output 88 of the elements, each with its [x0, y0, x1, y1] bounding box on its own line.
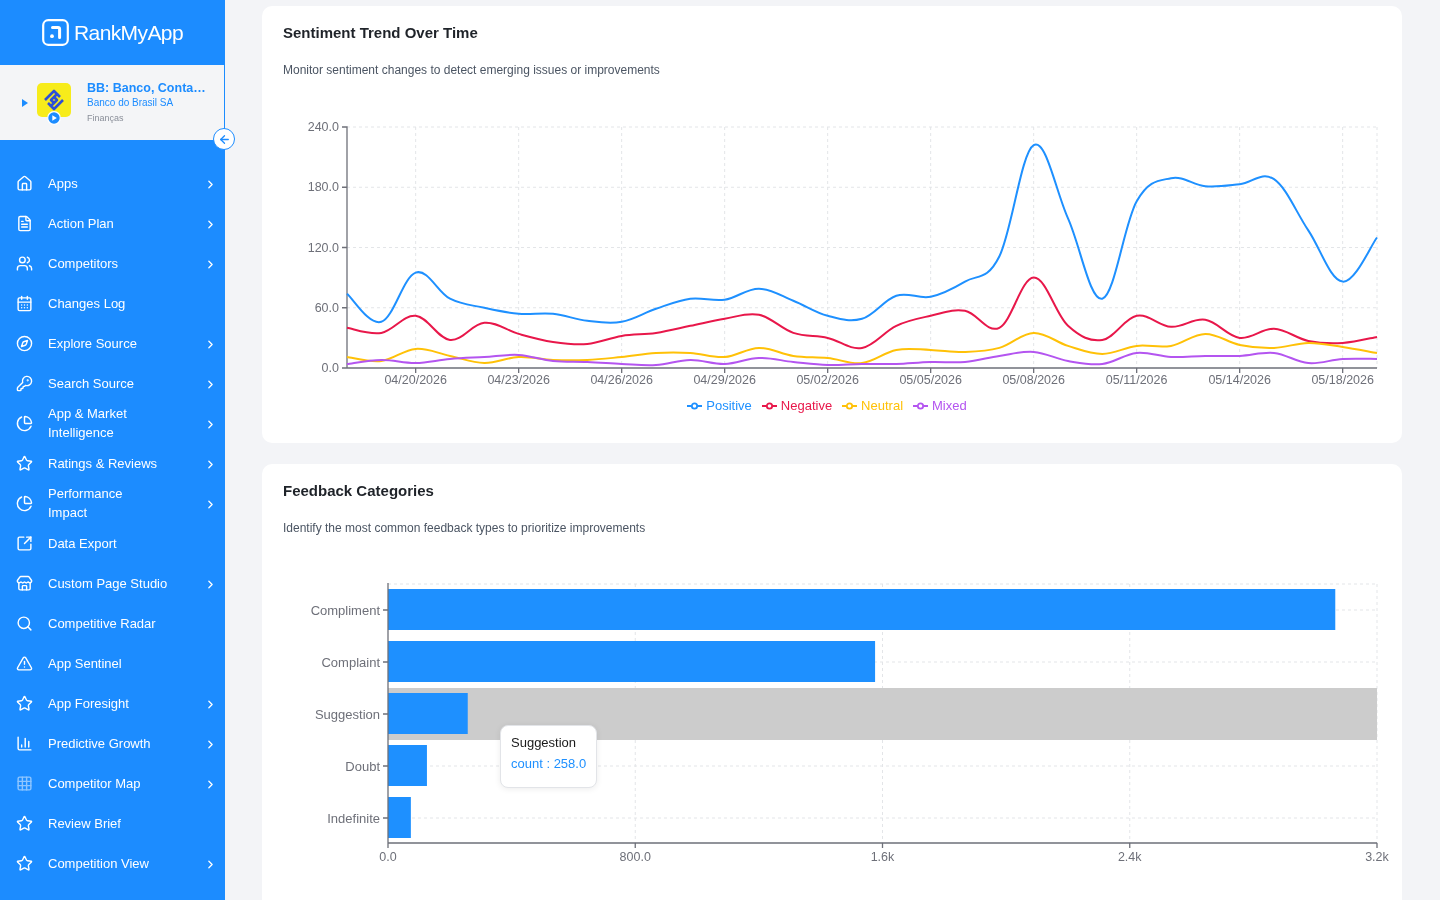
bar-chart-icon — [16, 734, 33, 752]
legend-line-marker-icon — [913, 402, 929, 410]
pie-chart-icon — [16, 494, 33, 512]
sidebar-item[interactable]: Changes Log — [0, 283, 225, 323]
card-subtitle: Identify the most common feedback types to prioritize improvements — [283, 520, 646, 536]
tooltip-value: count : 258.0 — [511, 755, 587, 773]
axis-label: 05/05/2026 — [899, 373, 962, 387]
home-icon — [16, 174, 33, 192]
tooltip-title: Suggestion — [511, 734, 577, 752]
store-icon — [16, 574, 33, 592]
sidebar-item[interactable]: Competition View — [0, 843, 225, 883]
sidebar-item[interactable]: Performance Impact — [0, 483, 225, 523]
axis-label: 240.0 — [307, 120, 339, 134]
sidebar-item[interactable]: Search Source — [0, 363, 225, 403]
sidebar-item[interactable]: Competitive Radar — [0, 603, 225, 643]
axis-label: 0.0 — [321, 361, 339, 375]
sidebar-item[interactable]: Review Brief — [0, 803, 225, 843]
sidebar-item[interactable]: Competitor Map — [0, 763, 225, 803]
app-logo-icon — [37, 82, 71, 117]
sidebar-item[interactable]: App Sentinel — [0, 643, 225, 683]
card-title: Feedback Categories — [283, 481, 434, 501]
axis-label: 05/08/2026 — [1002, 373, 1065, 387]
star-icon — [16, 454, 33, 472]
axis-label: 0.0 — [379, 850, 397, 864]
axis-label: 05/18/2026 — [1311, 373, 1374, 387]
app-publisher: Banco do Brasil SA — [87, 96, 175, 109]
legend-item[interactable]: Mixed — [913, 398, 967, 414]
axis-label: 05/14/2026 — [1208, 373, 1271, 387]
axis-label: 1.6k — [870, 850, 895, 864]
axis-label: 04/29/2026 — [693, 373, 756, 387]
sidebar-item[interactable]: Data Export — [0, 523, 225, 563]
document-icon — [16, 214, 33, 232]
legend-line-marker-icon — [842, 402, 858, 410]
compass-icon — [16, 334, 33, 352]
app-card[interactable]: BB: Banco, Conta… Banco do Brasil SA Finanças — [0, 65, 224, 140]
axis-label: 120.0 — [307, 240, 339, 255]
bar[interactable] — [388, 745, 427, 786]
key-icon — [16, 374, 33, 392]
users-icon — [16, 254, 33, 272]
axis-label: 05/11/2026 — [1105, 373, 1168, 387]
bar[interactable] — [388, 641, 876, 682]
bar[interactable] — [388, 589, 1336, 630]
axis-label: 04/20/2026 — [384, 373, 447, 387]
calendar-icon — [16, 294, 33, 312]
sidebar-item[interactable]: Apps — [0, 163, 225, 203]
legend-line-marker-icon — [687, 402, 703, 410]
axis-label: 800.0 — [619, 850, 651, 864]
sidebar-item[interactable]: App & Market Intelligence — [0, 403, 225, 443]
warning-icon — [16, 654, 33, 672]
axis-label: 04/23/2026 — [487, 373, 550, 387]
axis-label: 04/26/2026 — [590, 373, 653, 387]
star-icon — [16, 854, 33, 872]
grid-icon — [16, 774, 33, 792]
star-icon — [16, 814, 33, 832]
axis-label: 05/02/2026 — [796, 373, 859, 387]
app-name: BB: Banco, Conta… — [87, 81, 206, 96]
collapse-button[interactable] — [213, 128, 235, 150]
legend-item[interactable]: Negative — [761, 398, 833, 414]
sidebar-item[interactable]: Predictive Growth — [0, 723, 225, 763]
bar[interactable] — [388, 797, 411, 838]
category-label: Doubt — [345, 758, 380, 774]
sidebar-item[interactable]: Explore Source — [0, 323, 225, 363]
legend-line-marker-icon — [761, 402, 777, 410]
category-label: Compliment — [310, 602, 380, 618]
arrow-left-icon — [217, 132, 231, 146]
axis-label: 60.0 — [314, 300, 339, 315]
app-category: Finanças — [87, 112, 125, 124]
star-icon — [16, 694, 33, 712]
axis-label: 180.0 — [307, 180, 339, 195]
sidebar-item[interactable]: Action Plan — [0, 203, 225, 243]
pie-chart-icon — [16, 414, 33, 432]
sidebar-item[interactable]: Competitors — [0, 243, 225, 283]
card-subtitle: Monitor sentiment changes to detect emerging issues or improvements — [283, 62, 660, 78]
category-label: Indefinite — [327, 810, 380, 826]
category-label: Complaint — [321, 654, 380, 670]
card-title: Sentiment Trend Over Time — [283, 23, 478, 43]
sidebar-item[interactable]: Ratings & Reviews — [0, 443, 225, 483]
category-label: Suggestion — [314, 706, 380, 722]
external-link-icon — [16, 534, 33, 552]
sidebar-item[interactable]: App Foresight — [0, 683, 225, 723]
logo-text: RankMyApp — [74, 19, 183, 46]
search-icon — [16, 614, 33, 632]
axis-label: 3.2k — [1365, 850, 1389, 864]
logo-icon — [42, 19, 69, 46]
sidebar-item[interactable]: Custom Page Studio — [0, 563, 225, 603]
bar[interactable] — [388, 693, 468, 734]
legend-item[interactable]: Positive — [687, 398, 752, 414]
axis-label: 2.4k — [1117, 850, 1142, 864]
